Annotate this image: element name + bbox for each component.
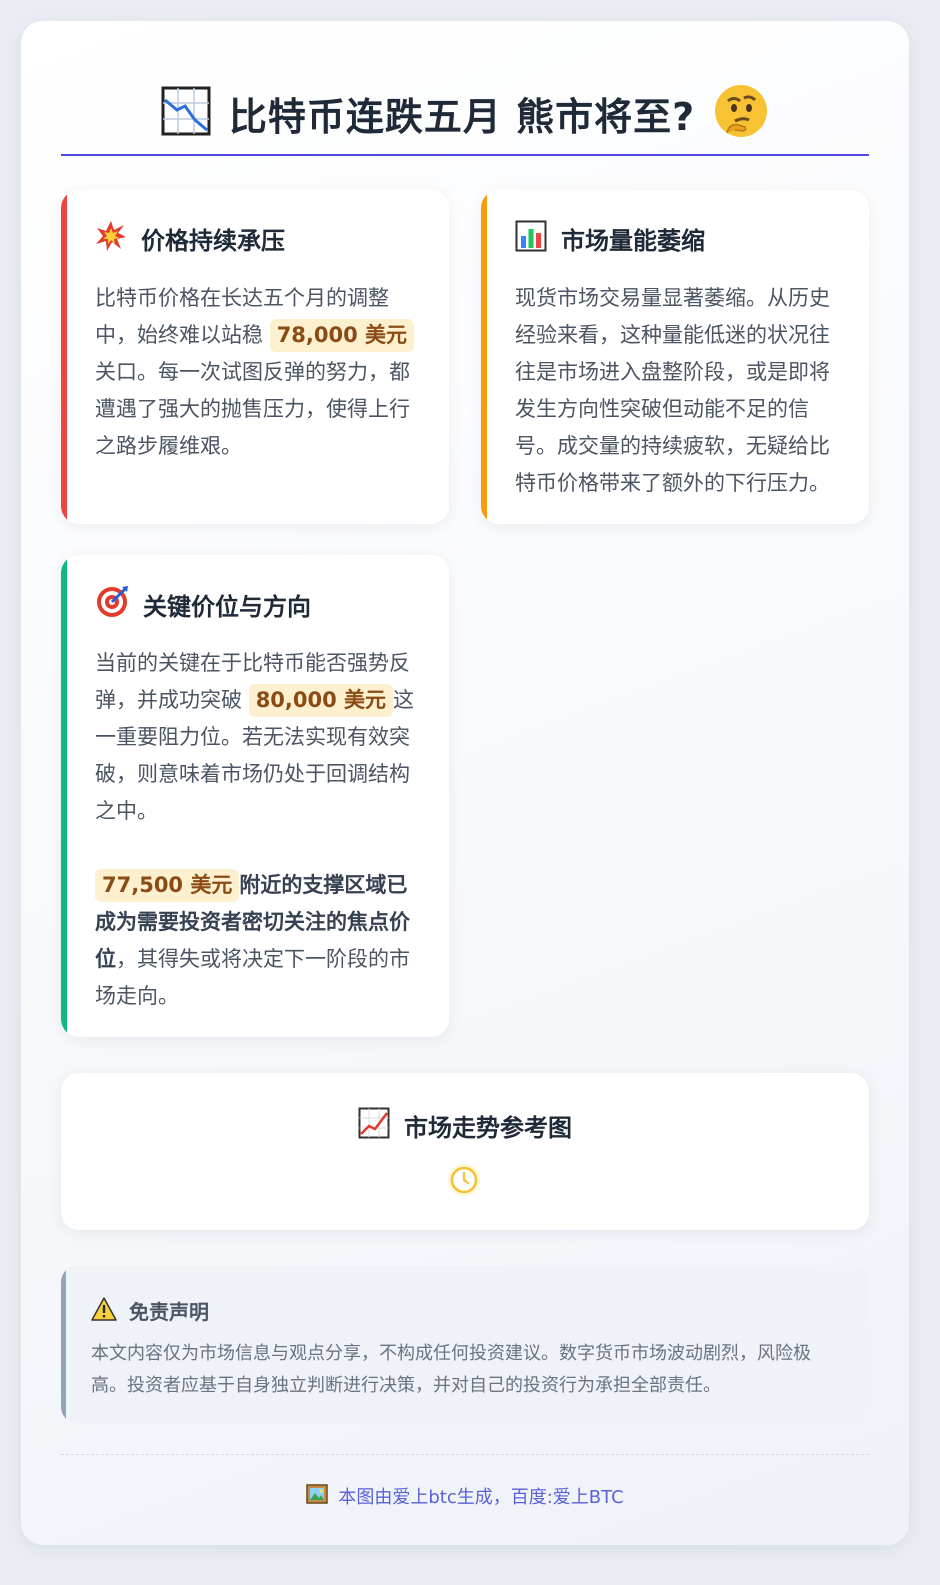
card-volume-shrink: 市场量能萎缩 现货市场交易量显著萎缩。从历史经验来看，这种量能低迷的状况往往是市… (481, 190, 869, 524)
chart-section-title: 市场走势参考图 (404, 1113, 572, 1142)
disclaimer-box: 免责声明 本文内容仅为市场信息与观点分享，不构成任何投资建议。数字货币市场波动剧… (61, 1266, 869, 1423)
warning-icon (91, 1296, 117, 1325)
card-accent-bar (61, 555, 67, 1037)
header: 比特币连跌五月 熊市将至? (21, 83, 909, 143)
picture-icon (306, 1483, 329, 1509)
card-text: 当前的关键在于比特币能否强势反弹，并成功突破 80,000 美元 这一重要阻力位。… (95, 645, 423, 1015)
thinking-face-icon (713, 83, 769, 143)
footer-divider (61, 1454, 869, 1455)
chart-increasing-icon (358, 1107, 390, 1143)
chart-section: 市场走势参考图 (61, 1073, 869, 1230)
direct-hit-icon (95, 585, 129, 623)
chart-decreasing-icon (161, 86, 211, 140)
collision-icon (95, 220, 127, 256)
page-title: 比特币连跌五月 熊市将至? (228, 94, 696, 139)
title-divider (61, 154, 869, 156)
disclaimer-title: 免责声明 (129, 1300, 209, 1324)
card-title: 关键价位与方向 (143, 592, 311, 621)
price-highlight: 77,500 美元 (95, 869, 240, 902)
price-highlight: 80,000 美元 (248, 684, 394, 717)
disclaimer-text: 本文内容仅为市场信息与观点分享，不构成任何投资建议。数字货币市场波动剧烈，风险极… (91, 1343, 811, 1396)
footer-text[interactable]: 本图由爱上btc生成，百度:爱上BTC (338, 1483, 623, 1509)
card-text: 比特币价格在长达五个月的调整中，始终难以站稳 78,000 美元 关口。每一次试… (95, 280, 423, 465)
card-key-levels: 关键价位与方向 当前的关键在于比特币能否强势反弹，并成功突破 80,000 美元… (61, 555, 449, 1037)
card-paragraph: 77,500 美元 附近的支撑区域已成为需要投资者密切关注的焦点价位，其得失或将决… (95, 867, 423, 1015)
disclaimer-accent-bar (61, 1266, 66, 1423)
card-accent-bar (61, 190, 67, 524)
price-highlight: 78,000 美元 (269, 319, 415, 352)
card-text: 现货市场交易量显著萎缩。从历史经验来看，这种量能低迷的状况往往是市场进入盘整阶段… (515, 286, 830, 495)
card-accent-bar (481, 190, 487, 524)
card-title: 市场量能萎缩 (561, 226, 705, 255)
bar-chart-icon (515, 220, 547, 256)
card-text-part: ，其得失或将决定下一阶段的市场走向。 (95, 947, 410, 1008)
clock-icon (447, 1163, 481, 1197)
footer: 本图由爱上btc生成，百度:爱上BTC (21, 1483, 909, 1509)
card-text-part: 关口。每一次试图反弹的努力，都遭遇了强大的抛售压力，使得上行之路步履维艰。 (95, 360, 410, 458)
card-paragraph: 当前的关键在于比特币能否强势反弹，并成功突破 80,000 美元 这一重要阻力位。… (95, 645, 423, 830)
card-title: 价格持续承压 (141, 226, 285, 255)
page-card: 比特币连跌五月 熊市将至? 价格持续承压 比特币价格在长达五个月的调整中，始终难… (21, 21, 909, 1545)
card-price-pressure: 价格持续承压 比特币价格在长达五个月的调整中，始终难以站稳 78,000 美元 … (61, 190, 449, 524)
